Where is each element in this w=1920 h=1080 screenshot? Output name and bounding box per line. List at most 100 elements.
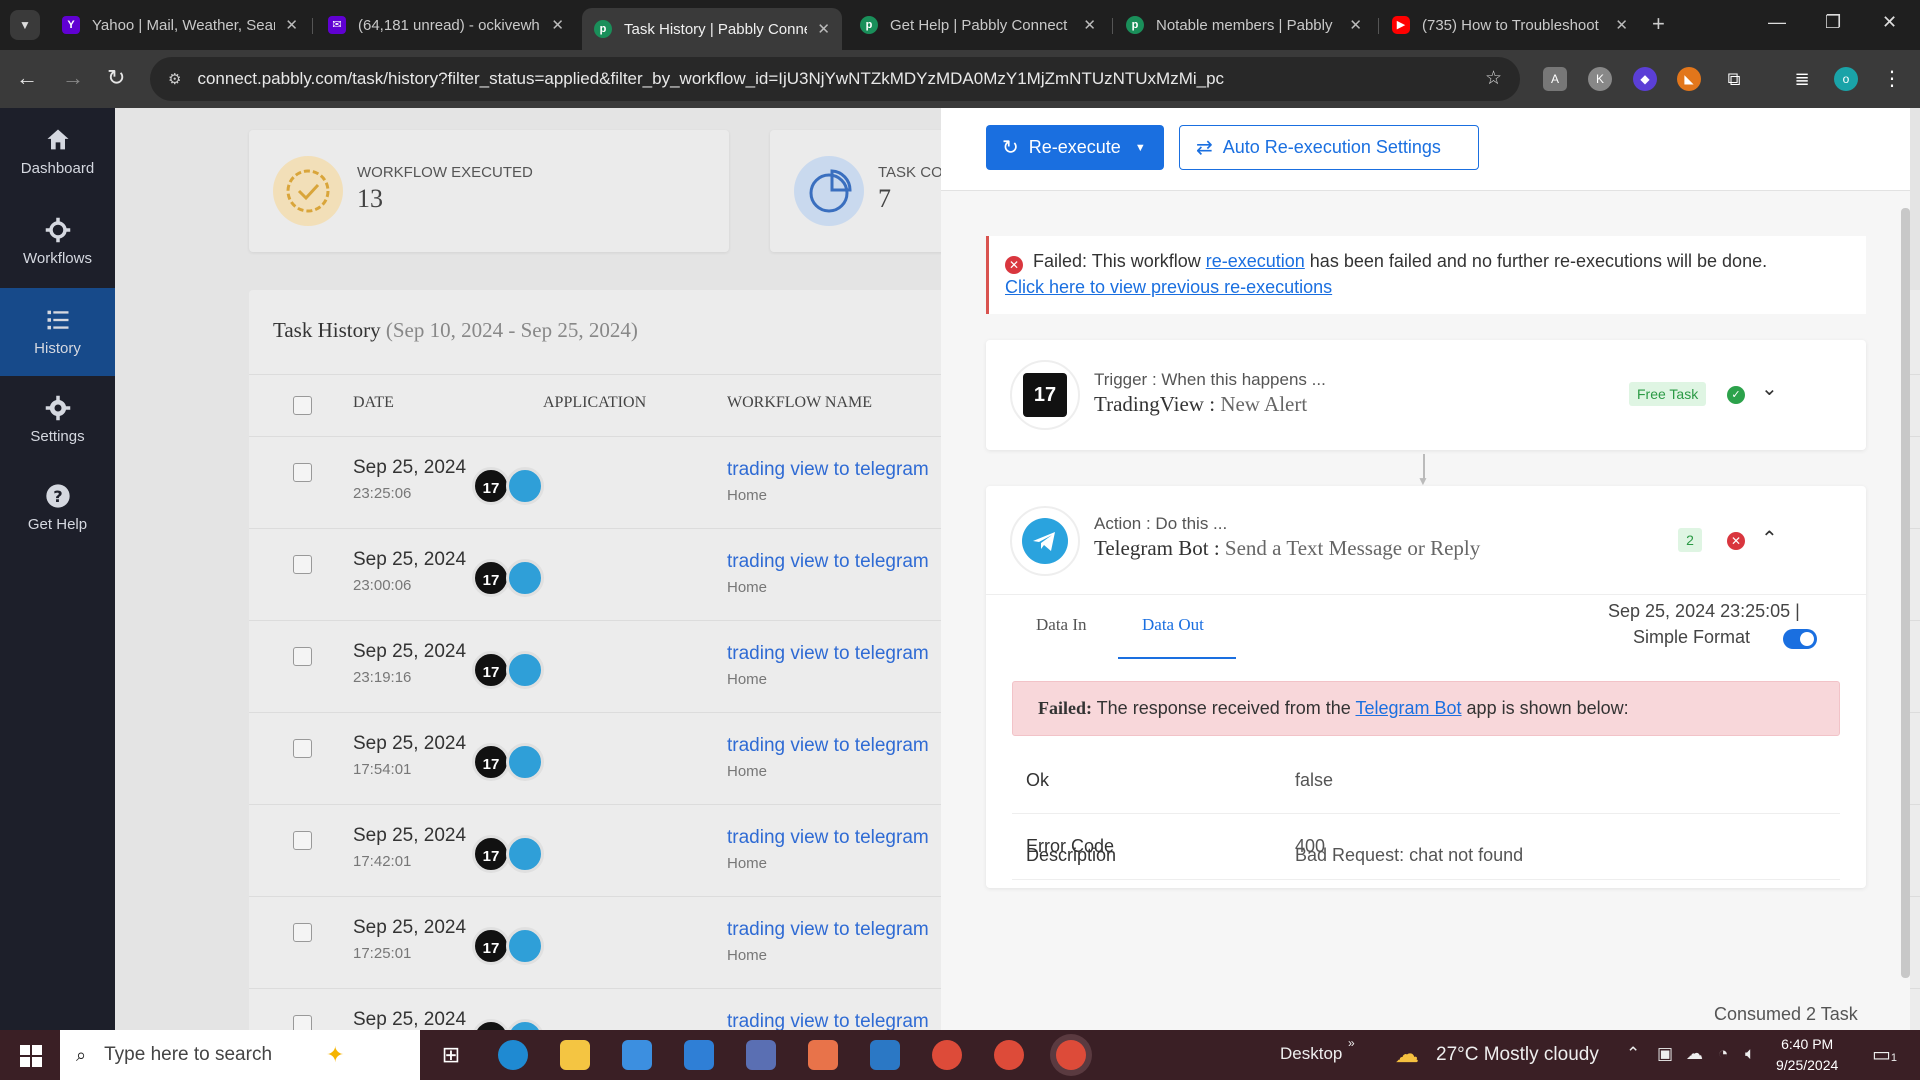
action-kind-label: Action : Do this ...	[1094, 514, 1228, 533]
reload-icon[interactable]: ↻	[107, 65, 125, 91]
profile-initial: o	[1842, 72, 1850, 86]
minimize-icon[interactable]: —	[1768, 12, 1786, 33]
media-queue-icon[interactable]: ≣	[1790, 67, 1814, 91]
row-time: 17:25:01	[353, 945, 412, 962]
row-checkbox[interactable]	[293, 463, 312, 482]
row-workflow-link[interactable]: trading view to telegram	[727, 1011, 929, 1030]
row-checkbox[interactable]	[293, 1015, 312, 1030]
taskbar-search-input[interactable]: ⌕ Type here to search ✦	[60, 1030, 420, 1080]
browser-tab-notable-members[interactable]: p Notable members | Pabbly ✕	[1114, 8, 1374, 42]
action-separator: :	[1208, 536, 1225, 560]
tray-device-icon[interactable]: ▣	[1657, 1044, 1673, 1064]
close-icon[interactable]: ✕	[1349, 16, 1362, 34]
column-header-application[interactable]: APPLICATION	[543, 394, 646, 412]
calculator-icon[interactable]	[870, 1040, 900, 1070]
taskbar-clock[interactable]: 6:40 PM 9/25/2024	[1776, 1034, 1838, 1076]
wifi-icon[interactable]: ◔	[1718, 1044, 1728, 1064]
row-workflow-link[interactable]: trading view to telegram	[727, 827, 929, 849]
profile-avatar[interactable]: o	[1834, 67, 1858, 91]
windows-start-icon[interactable]	[20, 1045, 42, 1067]
notification-icon[interactable]: ▭1	[1872, 1042, 1897, 1067]
view-previous-re-executions-link[interactable]: Click here to view previous re-execution…	[1005, 277, 1332, 297]
desktop-label[interactable]: Desktop	[1280, 1044, 1342, 1064]
row-checkbox[interactable]	[293, 647, 312, 666]
column-header-date[interactable]: DATE	[353, 394, 394, 412]
app-icon[interactable]	[746, 1040, 776, 1070]
chrome-profile-icon[interactable]	[994, 1040, 1024, 1070]
edge-icon[interactable]	[498, 1040, 528, 1070]
action-app-name: Telegram Bot	[1094, 536, 1209, 560]
close-icon[interactable]: ✕	[285, 16, 298, 34]
row-checkbox[interactable]	[293, 923, 312, 942]
chrome-icon[interactable]	[932, 1040, 962, 1070]
media-player-icon[interactable]	[808, 1040, 838, 1070]
task-view-icon[interactable]: ⊞	[436, 1040, 466, 1070]
browser-tab-yahoo-mail[interactable]: ✉ (64,181 unread) - ockivewh ✕	[316, 8, 576, 42]
restore-icon[interactable]: ❐	[1825, 12, 1841, 33]
extension-icon[interactable]: A	[1543, 67, 1567, 91]
row-checkbox[interactable]	[293, 831, 312, 850]
tab-search-button[interactable]: ▼	[10, 10, 40, 40]
tab-data-in[interactable]: Data In	[1036, 615, 1087, 635]
clock-date: 9/25/2024	[1776, 1057, 1839, 1073]
row-workflow-link[interactable]: trading view to telegram	[727, 643, 929, 665]
forward-icon[interactable]: →	[62, 65, 84, 91]
auto-re-execution-settings-button[interactable]: ⇄ Auto Re-execution Settings	[1179, 125, 1479, 170]
sidebar-item-history[interactable]: History	[0, 288, 115, 376]
back-icon[interactable]: ←	[16, 65, 38, 91]
bookmark-star-icon[interactable]: ☆	[1485, 67, 1502, 90]
row-workflow-link[interactable]: trading view to telegram	[727, 919, 929, 941]
re-execute-button[interactable]: ↻ Re-execute ▼	[986, 125, 1164, 170]
microsoft-store-icon[interactable]	[622, 1040, 652, 1070]
close-icon[interactable]: ✕	[1615, 16, 1628, 34]
tab-data-out[interactable]: Data Out	[1142, 615, 1204, 635]
row-checkbox[interactable]	[293, 555, 312, 574]
column-header-workflow-name[interactable]: WORKFLOW NAME	[727, 394, 872, 412]
re-execution-link[interactable]: re-execution	[1206, 251, 1305, 271]
row-workflow-link[interactable]: trading view to telegram	[727, 459, 929, 481]
chevron-up-icon[interactable]: ⌃	[1761, 526, 1778, 551]
browser-menu-icon[interactable]: ⋮	[1880, 67, 1904, 91]
weather-text[interactable]: 27°C Mostly cloudy	[1436, 1044, 1599, 1066]
browser-tab-get-help[interactable]: p Get Help | Pabbly Connect ✕	[848, 8, 1108, 42]
browser-tab-yahoo[interactable]: Y Yahoo | Mail, Weather, Search ✕	[50, 8, 310, 42]
simple-format-toggle[interactable]	[1783, 629, 1817, 649]
close-icon[interactable]: ✕	[817, 20, 830, 38]
metamask-icon[interactable]: ◣	[1677, 67, 1701, 91]
browser-tab-youtube[interactable]: ▶ (735) How to Troubleshoot ✕	[1380, 8, 1640, 42]
close-icon[interactable]: ✕	[1083, 16, 1096, 34]
address-bar[interactable]: ⚙ connect.pabbly.com/task/history?filter…	[150, 57, 1520, 101]
select-all-checkbox[interactable]	[293, 396, 312, 415]
extension-k-icon[interactable]: K	[1588, 67, 1612, 91]
extensions-puzzle-icon[interactable]: ⧉	[1722, 67, 1746, 91]
close-icon[interactable]: ✕	[551, 16, 564, 34]
new-tab-button[interactable]: +	[1652, 11, 1665, 37]
sidebar-item-get-help[interactable]: ? Get Help	[0, 464, 115, 552]
file-explorer-icon[interactable]	[560, 1040, 590, 1070]
chevron-down-icon[interactable]: ⌄	[1761, 376, 1778, 401]
panel-scrollbar[interactable]	[1901, 208, 1910, 978]
notification-count: 1	[1890, 1052, 1898, 1064]
sidebar-item-settings[interactable]: Settings	[0, 376, 115, 464]
tray-chevron-icon[interactable]: ⌃	[1626, 1044, 1640, 1064]
row-checkbox[interactable]	[293, 739, 312, 758]
volume-icon[interactable]: 🔈︎	[1745, 1044, 1755, 1064]
row-workflow-link[interactable]: trading view to telegram	[727, 551, 929, 573]
chrome-active-icon[interactable]	[1056, 1040, 1086, 1070]
row-date: Sep 25, 2024	[353, 641, 467, 662]
extension-shield-icon[interactable]: ◆	[1633, 67, 1657, 91]
telegram-bot-link[interactable]: Telegram Bot	[1355, 698, 1461, 718]
row-workflow-link[interactable]: trading view to telegram	[727, 735, 929, 757]
onedrive-icon[interactable]: ☁	[1686, 1044, 1703, 1064]
sidebar-item-dashboard[interactable]: Dashboard	[0, 108, 115, 196]
trigger-step-card[interactable]: 17 Trigger : When this happens ... Tradi…	[986, 340, 1866, 450]
response-field-row: Ok false	[1012, 748, 1840, 814]
telegram-icon	[506, 835, 544, 873]
response-failed-label: Failed:	[1038, 698, 1092, 718]
browser-tab-task-history[interactable]: p Task History | Pabbly Connect ✕	[582, 8, 842, 50]
sidebar-item-workflows[interactable]: Workflows	[0, 198, 115, 286]
close-window-icon[interactable]: ✕	[1882, 12, 1897, 33]
site-info-icon[interactable]: ⚙	[168, 70, 181, 88]
chevron-up-icon[interactable]: »	[1348, 1036, 1355, 1050]
mail-icon[interactable]	[684, 1040, 714, 1070]
